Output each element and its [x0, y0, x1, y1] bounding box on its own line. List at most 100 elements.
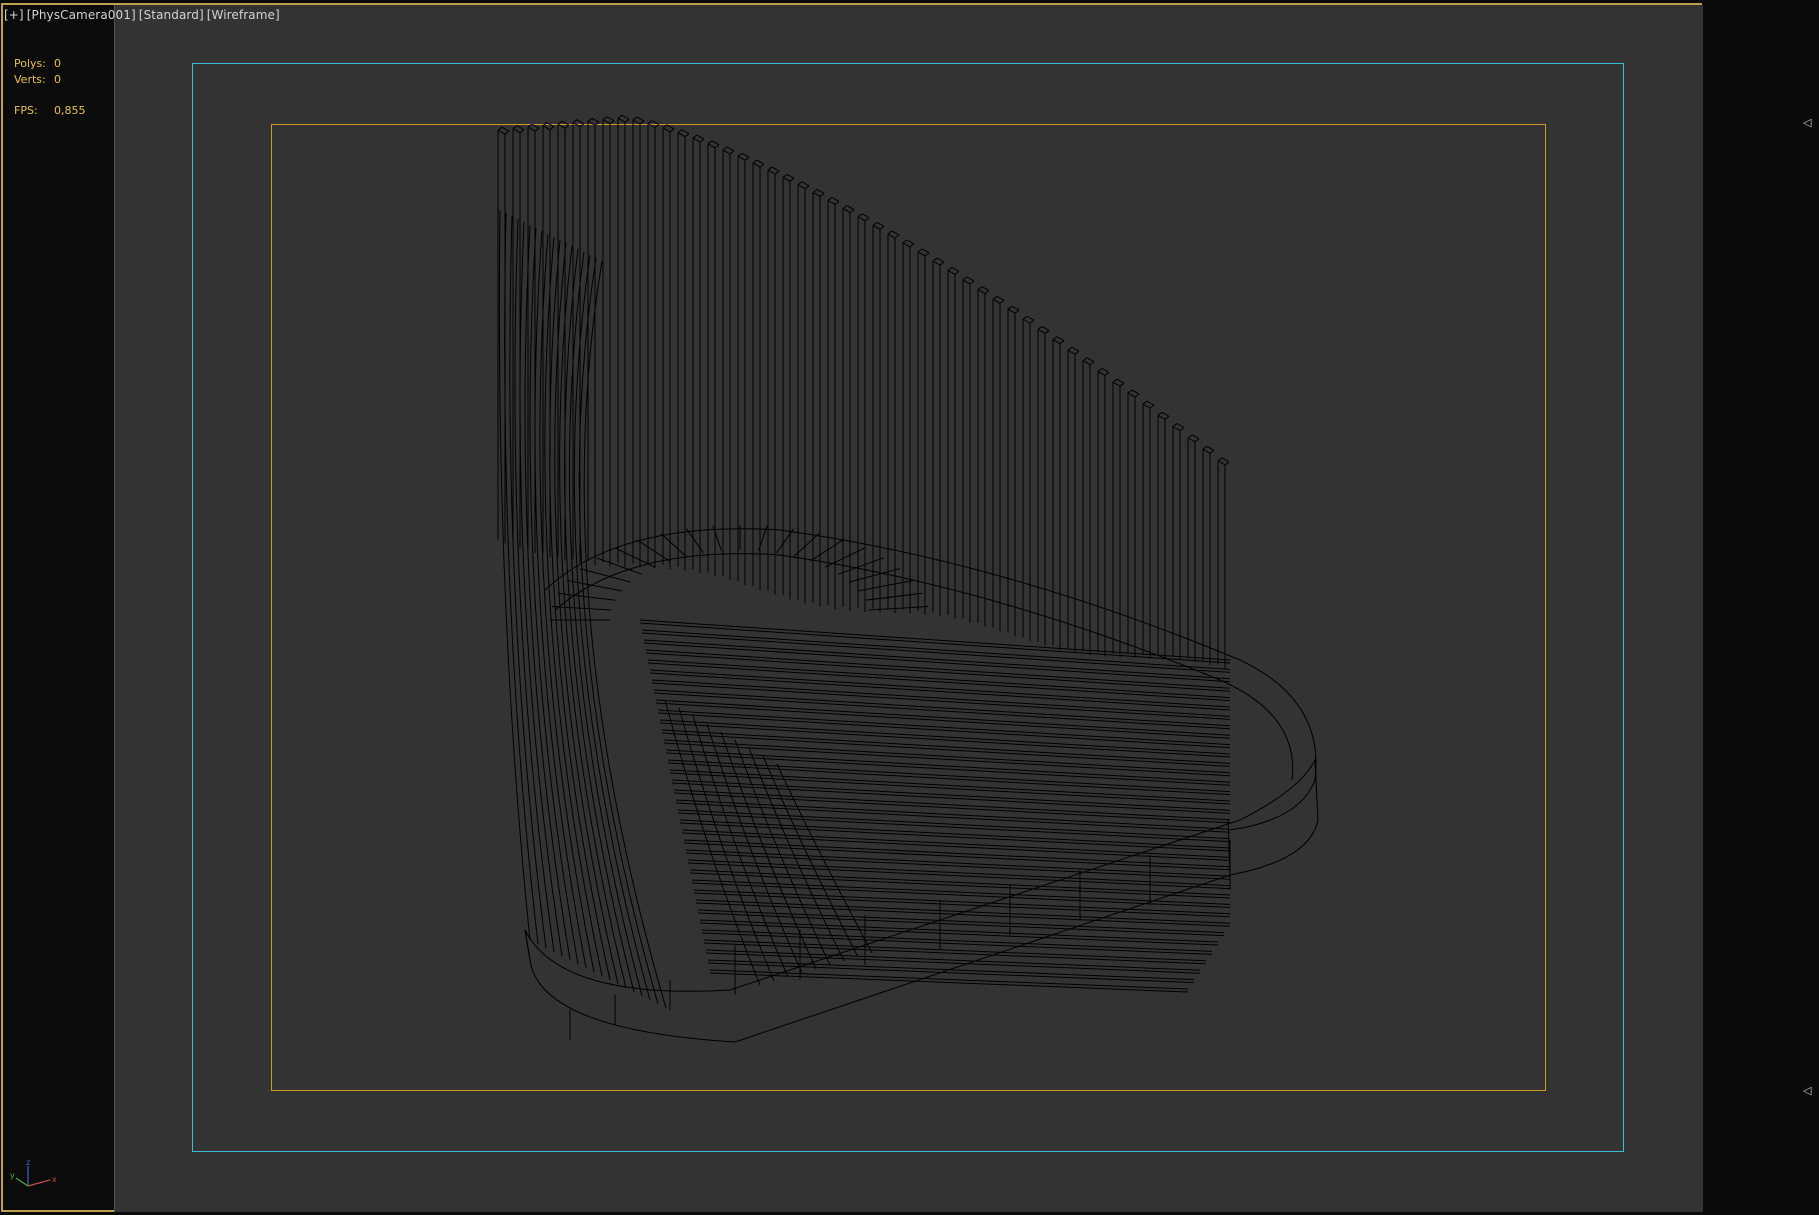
- wire-edge: [1071, 346, 1080, 352]
- wire-edge: [861, 213, 870, 219]
- wire-edge: [504, 130, 510, 135]
- wire-edge: [1011, 305, 1020, 311]
- wire-edge: [602, 116, 608, 121]
- wire-edge: [812, 192, 821, 197]
- wire-edge: [1089, 361, 1095, 366]
- wire-edge: [1157, 414, 1166, 420]
- wire-edge: [516, 125, 525, 131]
- wire-edge: [924, 252, 930, 257]
- wireframe-chair-model[interactable]: [0, 0, 1819, 1215]
- wire-edge: [842, 208, 851, 213]
- wire-edge: [557, 123, 566, 129]
- wire-edge: [1041, 325, 1050, 331]
- wire-edge: [876, 221, 885, 227]
- wire-edge: [902, 239, 908, 244]
- wire-edge: [512, 128, 521, 134]
- wire-edge: [992, 298, 1001, 304]
- wire-edge: [797, 181, 803, 186]
- wire-edge: [932, 257, 938, 262]
- wire-edge: [561, 120, 570, 126]
- wire-edge: [831, 196, 840, 202]
- wire-edge: [1119, 382, 1125, 387]
- wire-edge: [1206, 445, 1215, 451]
- wire-edge: [1172, 423, 1178, 427]
- wire-edge: [691, 879, 1231, 905]
- wire-contour: [559, 245, 627, 989]
- wire-edge: [606, 116, 615, 122]
- wire-edge: [977, 289, 986, 294]
- wire-edge: [722, 149, 731, 155]
- wire-edge: [1104, 371, 1110, 376]
- wire-edge: [615, 547, 656, 568]
- wire-edge: [699, 922, 1219, 946]
- wire-edge: [621, 114, 630, 120]
- wire-edge: [687, 859, 1231, 887]
- axis-gizmo: z x y: [10, 1158, 57, 1187]
- wire-edge: [695, 902, 1231, 927]
- wire-edge: [969, 280, 975, 285]
- wire-edge: [1074, 350, 1080, 355]
- triangle-left-icon[interactable]: ◁: [1803, 117, 1814, 129]
- wire-edge: [1161, 411, 1170, 417]
- wire-edge: [1172, 426, 1181, 431]
- wire-edge: [696, 134, 705, 140]
- wire-edge: [921, 248, 930, 254]
- wire-edge: [1194, 438, 1200, 443]
- wire-edge: [782, 176, 791, 182]
- wire-edge: [1007, 305, 1013, 310]
- wire-edge: [572, 119, 578, 124]
- wire-edge: [902, 242, 911, 248]
- wire-edge: [661, 729, 1231, 764]
- wire-edge: [512, 125, 518, 130]
- wire-edge: [846, 205, 855, 210]
- wire-edge: [977, 286, 983, 290]
- wire-edge: [1179, 427, 1185, 431]
- wire-edge: [1164, 415, 1170, 420]
- wire-edge: [701, 932, 1213, 955]
- wire-edge: [917, 248, 923, 253]
- wire-edge: [737, 155, 746, 161]
- wire-edge: [657, 709, 1231, 746]
- wire-edge: [1176, 423, 1185, 428]
- wire-edge: [671, 782, 1231, 814]
- wire-contour: [554, 242, 619, 985]
- wire-edge: [647, 123, 656, 128]
- wire-edge: [767, 169, 776, 175]
- wire-edge: [531, 123, 540, 129]
- wire-contour: [554, 553, 1294, 781]
- wire-edge: [759, 163, 765, 168]
- wire-edge: [659, 719, 1231, 755]
- wire-edge: [954, 271, 960, 275]
- wire-edge: [774, 170, 780, 175]
- wire-edge: [1187, 434, 1193, 439]
- wire-edge: [962, 276, 968, 281]
- wire-edge: [752, 159, 758, 164]
- wire-edge: [645, 649, 1231, 689]
- wire-edge: [669, 128, 675, 133]
- wire-edge: [587, 120, 596, 126]
- wire-edge: [624, 118, 630, 123]
- wire-edge: [1014, 309, 1020, 314]
- wire-edge: [1022, 318, 1031, 324]
- wire-edge: [591, 117, 600, 123]
- wire-edge: [1142, 403, 1151, 409]
- y-axis-line: [15, 1177, 29, 1187]
- wire-edge: [660, 533, 687, 557]
- wire-edge: [752, 162, 761, 168]
- wire-edge: [1112, 378, 1118, 383]
- wire-edge: [699, 919, 1219, 943]
- wire-edge: [789, 177, 795, 182]
- wire-edge: [936, 257, 945, 263]
- wire-edge: [771, 166, 780, 172]
- wire-edge: [661, 732, 1231, 767]
- wire-edge: [872, 221, 878, 226]
- wire-edge: [557, 592, 616, 601]
- wire-edge: [741, 152, 750, 158]
- wire-edge: [1221, 457, 1230, 463]
- wire-edge: [681, 129, 690, 135]
- wire-edge: [1082, 357, 1088, 362]
- triangle-left-icon[interactable]: ◁: [1803, 1085, 1814, 1097]
- wire-edge: [858, 580, 913, 592]
- wire-edge: [579, 123, 585, 128]
- wire-edge: [542, 125, 551, 131]
